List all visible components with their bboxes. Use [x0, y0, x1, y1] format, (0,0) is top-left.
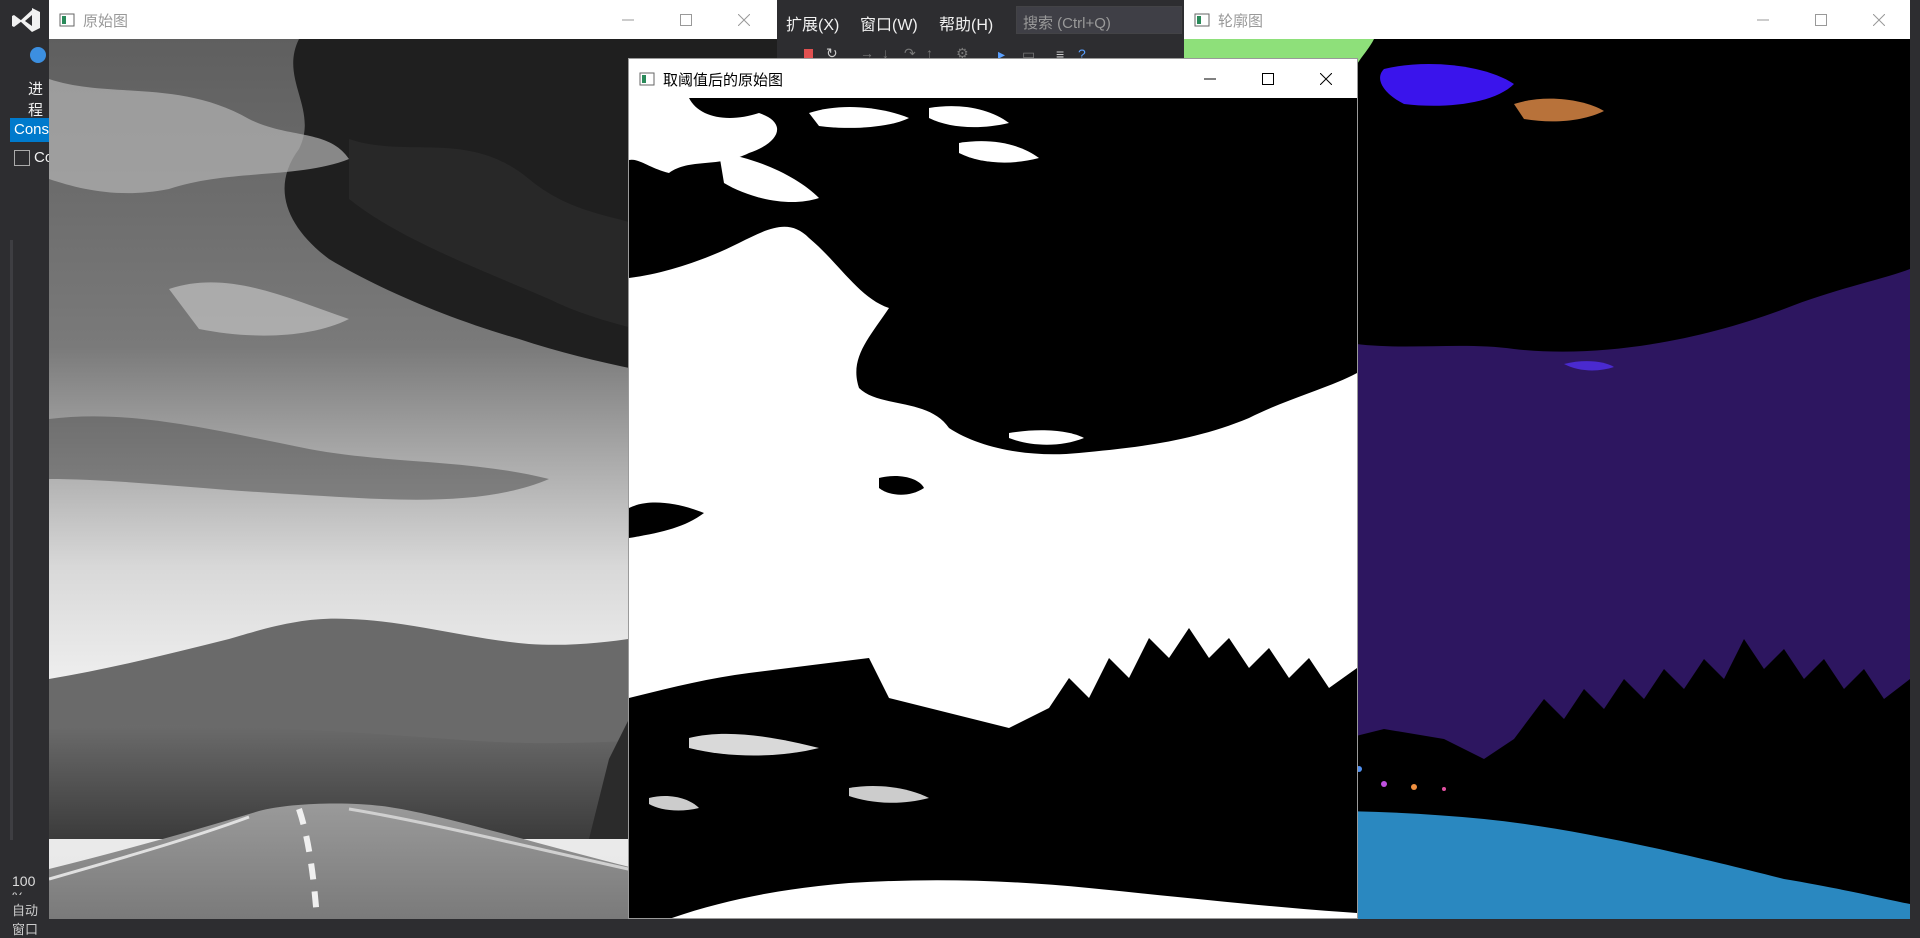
- close-button[interactable]: [1850, 0, 1908, 39]
- minimize-icon: [1757, 19, 1769, 20]
- threshold-image: [629, 98, 1357, 918]
- close-button[interactable]: [1297, 59, 1355, 98]
- status-text: 自动窗口: [12, 903, 39, 937]
- minimize-icon: [1204, 78, 1216, 79]
- maximize-button[interactable]: [1792, 0, 1850, 39]
- back-nav-icon[interactable]: [30, 47, 46, 63]
- titlebar-threshold[interactable]: 取阈值后的原始图: [629, 59, 1357, 98]
- status-bar: 自动窗口: [0, 895, 50, 937]
- maximize-icon: [1262, 72, 1274, 85]
- close-icon: [738, 13, 750, 26]
- menu-window[interactable]: 窗口(W): [860, 11, 918, 35]
- maximize-button[interactable]: [657, 0, 715, 39]
- visual-studio-logo-icon: [12, 8, 40, 32]
- opencv-window-icon: [639, 72, 655, 86]
- ide-left-panel: 进程 Console Co 100 %: [0, 0, 53, 919]
- menu-help[interactable]: 帮助(H): [939, 11, 993, 35]
- minimize-button[interactable]: [1734, 0, 1792, 39]
- titlebar-contour[interactable]: 轮廓图: [1184, 0, 1910, 39]
- right-scroll-strip: [1910, 40, 1920, 919]
- opencv-window-icon: [1194, 13, 1210, 27]
- minimize-icon: [622, 19, 634, 20]
- close-icon: [1873, 13, 1885, 26]
- minimize-button[interactable]: [1181, 59, 1239, 98]
- maximize-icon: [1815, 13, 1827, 26]
- close-button[interactable]: [715, 0, 773, 39]
- maximize-icon: [680, 13, 692, 26]
- opencv-window-icon: [59, 13, 75, 27]
- maximize-button[interactable]: [1239, 59, 1297, 98]
- close-icon: [1320, 72, 1332, 85]
- window-threshold[interactable]: 取阈值后的原始图: [628, 58, 1358, 919]
- project-icon: [14, 150, 30, 166]
- minimize-button[interactable]: [599, 0, 657, 39]
- search-input[interactable]: 搜索 (Ctrl+Q): [1016, 6, 1182, 34]
- stop-icon[interactable]: [804, 49, 813, 58]
- process-label: 进程: [28, 81, 44, 119]
- window-title: 原始图: [83, 13, 129, 30]
- menu-extensions[interactable]: 扩展(X): [786, 11, 839, 35]
- titlebar-original[interactable]: 原始图: [49, 0, 777, 39]
- tab-console[interactable]: Console: [10, 118, 50, 142]
- left-divider: [10, 240, 13, 840]
- window-title: 取阈值后的原始图: [663, 72, 784, 89]
- window-title: 轮廓图: [1218, 13, 1264, 30]
